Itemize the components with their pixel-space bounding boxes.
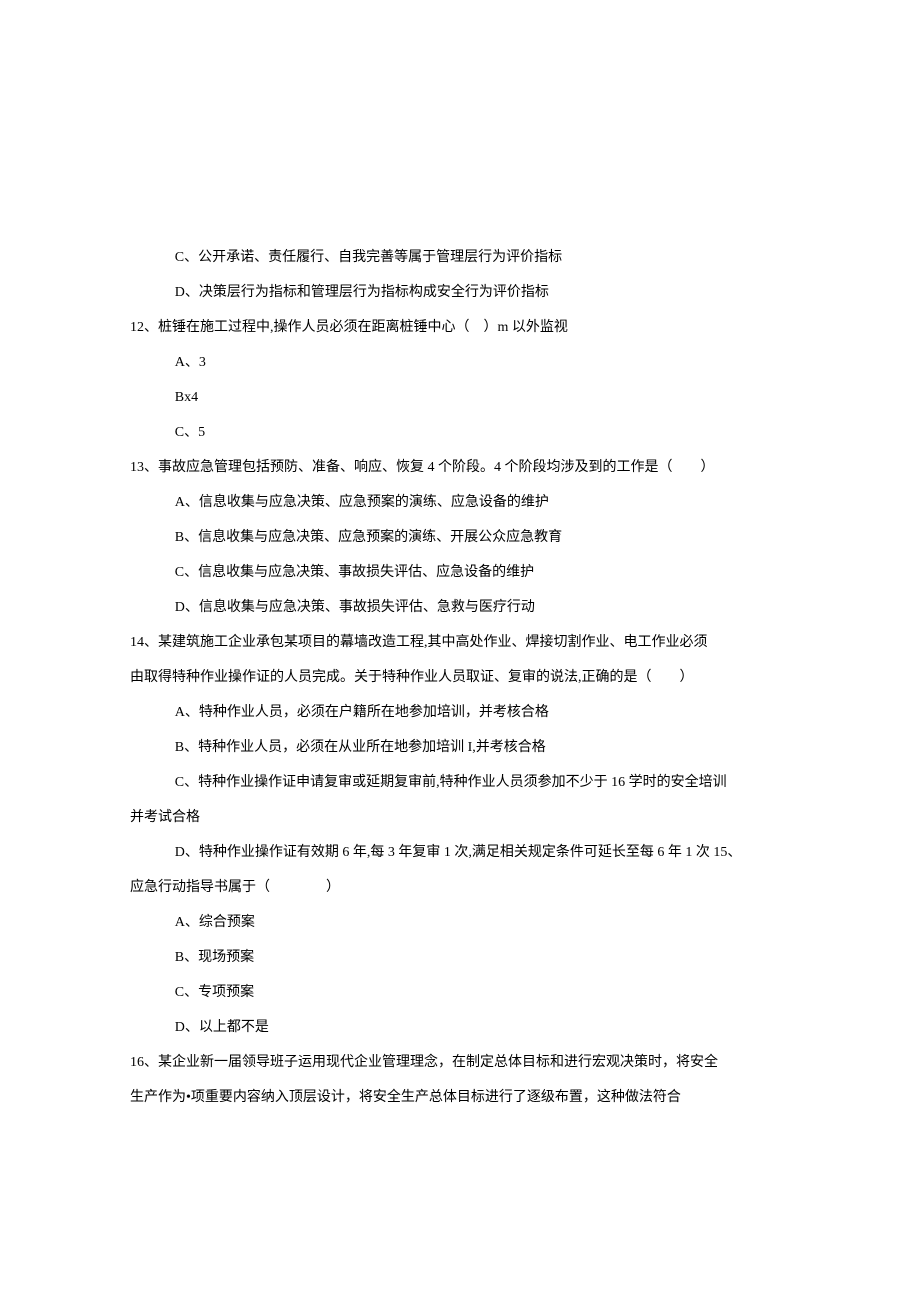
text-line: C、5	[130, 415, 790, 450]
text-line: B、信息收集与应急决策、应急预案的演练、开展公众应急教育	[130, 520, 790, 555]
text-line: A、信息收集与应急决策、应急预案的演练、应急设备的维护	[130, 485, 790, 520]
text-line: B、现场预案	[130, 940, 790, 975]
text-line: 并考试合格	[130, 800, 790, 835]
text-line: 16、某企业新一届领导班子运用现代企业管理理念，在制定总体目标和进行宏观决策时，…	[130, 1045, 790, 1080]
text-line: 13、事故应急管理包括预防、准备、响应、恢复 4 个阶段。4 个阶段均涉及到的工…	[130, 450, 790, 485]
text-line: D、信息收集与应急决策、事故损失评估、急救与医疗行动	[130, 590, 790, 625]
text-line: 生产作为•项重要内容纳入顶层设计，将安全生产总体目标进行了逐级布置，这种做法符合	[130, 1080, 790, 1115]
text-line: 12、桩锤在施工过程中,操作人员必须在距离桩锤中心（ ）m 以外监视	[130, 310, 790, 345]
text-line: Bx4	[130, 380, 790, 415]
text-line: B、特种作业人员，必须在从业所在地参加培训 I,并考核合格	[130, 730, 790, 765]
text-line: 14、某建筑施工企业承包某项目的幕墙改造工程,其中高处作业、焊接切割作业、电工作…	[130, 625, 790, 660]
text-line: C、信息收集与应急决策、事故损失评估、应急设备的维护	[130, 555, 790, 590]
text-line: 应急行动指导书属于（ ）	[130, 870, 790, 905]
text-line: 由取得特种作业操作证的人员完成。关于特种作业人员取证、复审的说法,正确的是（ ）	[130, 660, 790, 695]
text-line: C、特种作业操作证申请复审或延期复审前,特种作业人员须参加不少于 16 学时的安…	[130, 765, 790, 800]
text-line: C、专项预案	[130, 975, 790, 1010]
text-line: C、公开承诺、责任履行、自我完善等属于管理层行为评价指标	[130, 240, 790, 275]
text-line: D、决策层行为指标和管理层行为指标构成安全行为评价指标	[130, 275, 790, 310]
text-line: A、3	[130, 345, 790, 380]
text-line: D、以上都不是	[130, 1010, 790, 1045]
text-line: A、特种作业人员，必须在户籍所在地参加培训，并考核合格	[130, 695, 790, 730]
text-line: A、综合预案	[130, 905, 790, 940]
document-page: C、公开承诺、责任履行、自我完善等属于管理层行为评价指标D、决策层行为指标和管理…	[0, 0, 920, 1315]
text-line: D、特种作业操作证有效期 6 年,每 3 年复审 1 次,满足相关规定条件可延长…	[130, 835, 790, 870]
